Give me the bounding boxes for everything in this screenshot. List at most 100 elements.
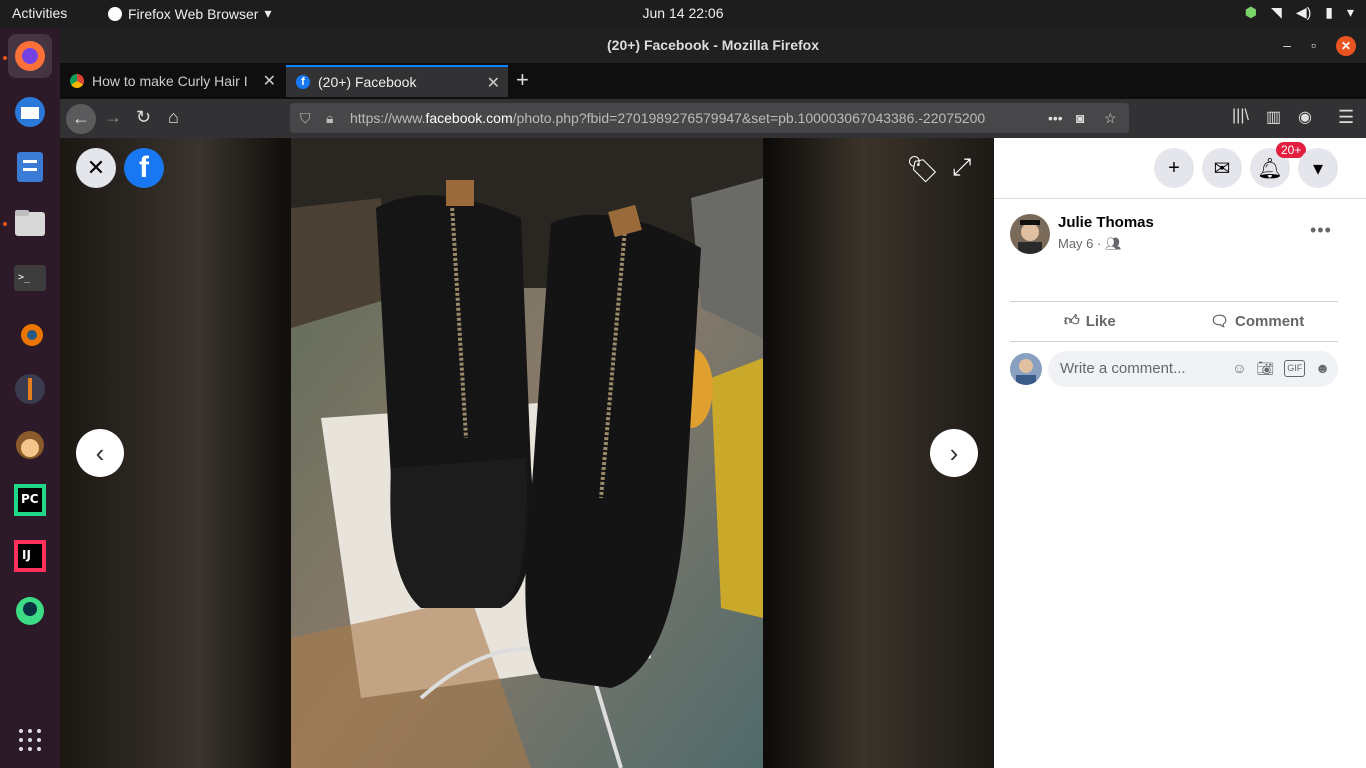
bookmark-star-icon[interactable]: ☆ bbox=[1104, 103, 1117, 133]
author-name[interactable]: Julie Thomas bbox=[1058, 214, 1154, 231]
system-top-bar: Activities Firefox Web Browser ▾ Jun 14 … bbox=[0, 0, 1366, 28]
tab-label: How to make Curly Hair I bbox=[92, 73, 248, 89]
page-actions-icon[interactable]: ••• bbox=[1048, 103, 1063, 133]
thumbs-up-icon: 👍︎ bbox=[1064, 312, 1080, 329]
new-tab-icon[interactable]: + bbox=[516, 67, 529, 93]
sticker-icon[interactable]: ☻ bbox=[1315, 360, 1330, 377]
photo-boots[interactable] bbox=[291, 138, 763, 768]
system-tray[interactable]: ⬢ ◥ ◀) ▮ ▾ bbox=[1245, 4, 1354, 21]
like-label: Like bbox=[1085, 312, 1116, 330]
navigation-bar: ← → ↻ ⌂ ⛉ 🔒︎ https://www.facebook.com/ph… bbox=[60, 99, 1366, 138]
comment-label: Comment bbox=[1235, 312, 1305, 330]
firefox-window: (20+) Facebook - Mozilla Firefox – ▫ ✕ H… bbox=[60, 28, 1366, 768]
dropdown-arrow-icon: ▾ bbox=[264, 5, 272, 21]
tab-close-icon[interactable]: ✕ bbox=[263, 71, 276, 91]
reload-icon[interactable]: ↻ bbox=[136, 107, 151, 128]
post-date[interactable]: May 6 · 👥︎ bbox=[1058, 236, 1121, 252]
chevron-right-icon: › bbox=[949, 437, 959, 468]
comment-placeholder: Write a comment... bbox=[1060, 360, 1186, 377]
firefox-app-icon bbox=[108, 6, 122, 21]
boots-photo-image bbox=[291, 138, 763, 768]
facebook-header-actions: + ✉︎ 🔔︎ 20+ ▾ bbox=[994, 138, 1366, 199]
library-icon[interactable]: |||\ bbox=[1232, 107, 1249, 125]
lock-icon[interactable]: 🔒︎ bbox=[326, 103, 333, 133]
window-titlebar[interactable]: (20+) Facebook - Mozilla Firefox – ▫ ✕ bbox=[60, 28, 1366, 63]
dock-terminal[interactable]: >_ bbox=[8, 256, 52, 300]
svg-text:PC: PC bbox=[21, 492, 39, 506]
more-options-icon[interactable]: ••• bbox=[1310, 220, 1332, 241]
camera-icon[interactable]: 📷︎ bbox=[1256, 360, 1274, 377]
dock-android-studio[interactable] bbox=[8, 589, 52, 633]
dock-files[interactable] bbox=[8, 201, 52, 245]
app-menu[interactable]: Firefox Web Browser ▾ bbox=[108, 5, 271, 22]
chrome-favicon-icon bbox=[70, 74, 84, 88]
app-circle-icon bbox=[15, 374, 45, 404]
tray-dropdown-icon: ▾ bbox=[1346, 4, 1354, 20]
caret-down-icon: ▾ bbox=[1312, 157, 1324, 180]
dock-pycharm[interactable]: PC bbox=[8, 478, 52, 522]
monkey-icon bbox=[16, 431, 44, 459]
window-title: (20+) Facebook - Mozilla Firefox bbox=[607, 37, 819, 53]
tracking-shield-icon[interactable]: ⛉ bbox=[300, 103, 311, 133]
emoji-icon[interactable]: ☺ bbox=[1232, 360, 1246, 377]
pycharm-icon: PC bbox=[14, 484, 46, 516]
fullscreen-icon[interactable]: ⤢ bbox=[952, 154, 971, 182]
tab-facebook[interactable]: f (20+) Facebook ✕ bbox=[286, 65, 508, 97]
gif-icon[interactable]: GIF bbox=[1284, 360, 1306, 377]
next-photo-button[interactable]: › bbox=[930, 429, 978, 477]
pocket-icon[interactable]: ◙ bbox=[1076, 103, 1084, 133]
current-user-avatar[interactable] bbox=[1010, 353, 1042, 385]
dock-tasks[interactable] bbox=[8, 145, 52, 189]
plus-icon: + bbox=[1168, 156, 1180, 179]
activities-button[interactable]: Activities bbox=[12, 5, 67, 21]
divider bbox=[1010, 341, 1338, 342]
create-button[interactable]: + bbox=[1154, 148, 1194, 188]
dock-monkey-app[interactable] bbox=[8, 423, 52, 467]
url-bar[interactable]: ⛉ 🔒︎ https://www.facebook.com/photo.php?… bbox=[290, 103, 1129, 133]
comment-input[interactable]: Write a comment... ☺ 📷︎ GIF ☻ bbox=[1048, 351, 1338, 387]
maximize-icon[interactable]: ▫ bbox=[1311, 28, 1316, 63]
previous-photo-button[interactable]: ‹ bbox=[76, 429, 124, 477]
dock-thunderbird[interactable] bbox=[8, 90, 52, 134]
show-applications-button[interactable] bbox=[8, 718, 52, 762]
current-user-avatar-image bbox=[1010, 353, 1042, 385]
minimize-icon[interactable]: – bbox=[1283, 28, 1291, 63]
account-menu-button[interactable]: ▾ bbox=[1298, 148, 1338, 188]
author-avatar[interactable] bbox=[1010, 214, 1050, 254]
messenger-button[interactable]: ✉︎ bbox=[1202, 148, 1242, 188]
friends-audience-icon: 👥︎ bbox=[1104, 236, 1122, 251]
close-photo-button[interactable]: ✕ bbox=[76, 148, 116, 188]
forward-icon[interactable]: → bbox=[104, 107, 122, 128]
tab-close-icon[interactable]: ✕ bbox=[487, 73, 500, 93]
hamburger-menu-icon[interactable]: ☰ bbox=[1338, 107, 1354, 128]
dock-firefox[interactable] bbox=[8, 34, 52, 78]
dock-app-orange[interactable] bbox=[8, 367, 52, 411]
dock-intellij[interactable]: IJ bbox=[8, 534, 52, 578]
blender-icon bbox=[21, 324, 43, 346]
app-menu-label: Firefox Web Browser bbox=[128, 5, 259, 22]
tab-label: (20+) Facebook bbox=[318, 74, 417, 90]
close-icon: ✕ bbox=[86, 155, 106, 180]
home-icon[interactable]: ⌂ bbox=[168, 107, 179, 128]
shield-icon: ⬢ bbox=[1244, 4, 1258, 20]
svg-text:IJ: IJ bbox=[22, 548, 31, 562]
url-text: https://www.facebook.com/photo.php?fbid=… bbox=[350, 110, 986, 126]
dock-blender[interactable] bbox=[8, 312, 52, 356]
dock: >_ PC IJ bbox=[0, 28, 60, 768]
sidebar-icon[interactable]: ▥ bbox=[1266, 107, 1281, 127]
comment-button[interactable]: 🗨︎ Comment bbox=[1210, 312, 1305, 331]
intellij-icon: IJ bbox=[14, 540, 46, 572]
account-icon[interactable]: ◉ bbox=[1298, 107, 1312, 127]
tasks-icon bbox=[17, 152, 43, 182]
facebook-logo-icon[interactable]: f bbox=[124, 148, 164, 188]
tab-curly-hair[interactable]: How to make Curly Hair I ✕ bbox=[60, 65, 284, 97]
like-button[interactable]: 👍︎ Like bbox=[1064, 312, 1116, 330]
back-icon[interactable]: ← bbox=[66, 104, 96, 134]
clock[interactable]: Jun 14 22:06 bbox=[643, 5, 724, 21]
firefox-icon bbox=[15, 41, 45, 71]
comment-bubble-icon: 🗨︎ bbox=[1210, 313, 1230, 330]
close-window-icon[interactable]: ✕ bbox=[1336, 35, 1356, 56]
facebook-favicon-icon: f bbox=[296, 75, 310, 89]
folder-icon bbox=[15, 210, 45, 236]
tag-icon[interactable]: 🏷︎ bbox=[906, 154, 939, 185]
